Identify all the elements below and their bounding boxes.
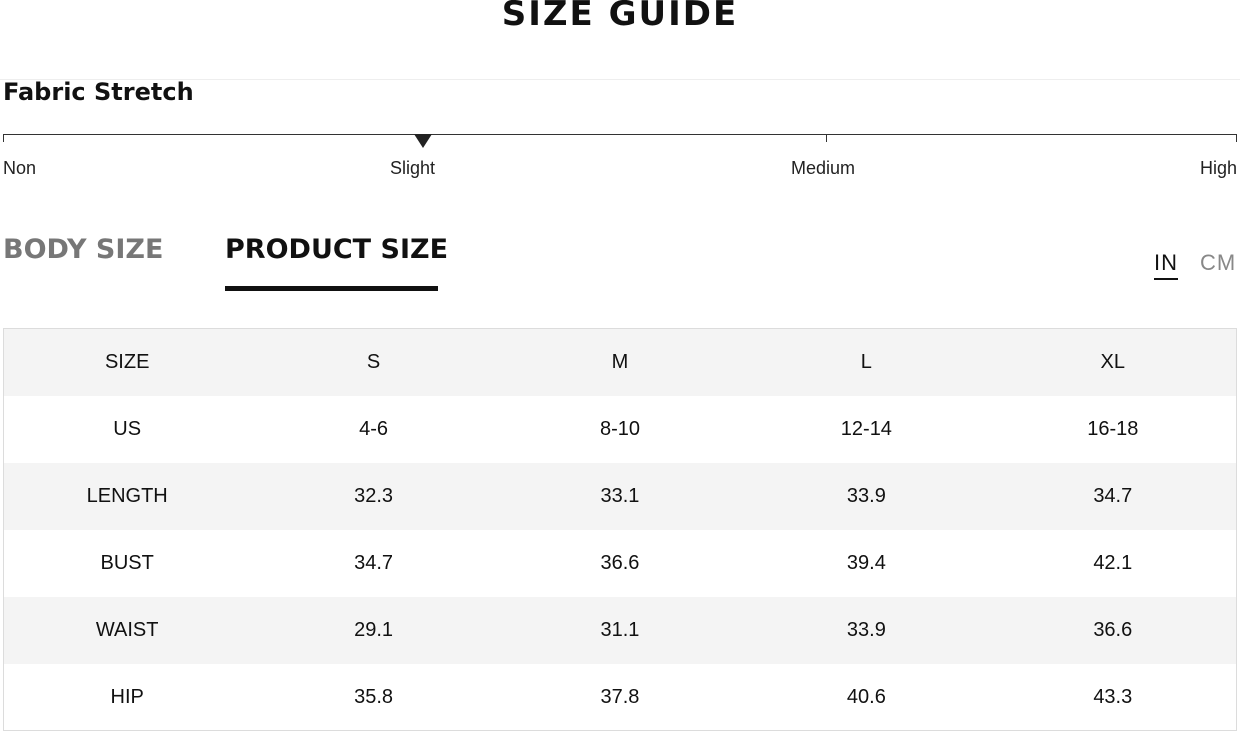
table-cell: 40.6 (743, 664, 990, 730)
table-header-row: SIZE S M L XL (4, 329, 1236, 396)
table-row: LENGTH 32.3 33.1 33.9 34.7 (4, 463, 1236, 530)
active-tab-indicator (225, 286, 438, 291)
table-cell: 33.1 (496, 463, 744, 530)
table-cell: 33.9 (743, 597, 990, 664)
table-cell: 36.6 (989, 597, 1236, 664)
table-cell: 8-10 (496, 396, 744, 463)
table-cell: 31.1 (496, 597, 744, 664)
table-cell: 33.9 (743, 463, 990, 530)
table-row: HIP 35.8 37.8 40.6 43.3 (4, 664, 1236, 730)
stretch-label-non: Non (3, 158, 37, 178)
row-label: WAIST (4, 597, 251, 664)
header-cell: XL (989, 329, 1236, 396)
table-cell: 35.8 (250, 664, 497, 730)
size-table: SIZE S M L XL US 4-6 8-10 12-14 16-18 LE… (3, 328, 1237, 731)
tab-body-size[interactable]: BODY SIZE (3, 234, 163, 265)
table-cell: 12-14 (743, 396, 990, 463)
header-cell: S (250, 329, 497, 396)
tab-product-size[interactable]: PRODUCT SIZE (225, 234, 448, 265)
table-cell: 29.1 (250, 597, 497, 664)
table-cell: 32.3 (250, 463, 497, 530)
table-cell: 36.6 (496, 530, 744, 597)
stretch-scale-line (3, 134, 1237, 135)
header-cell: M (496, 329, 744, 396)
table-cell: 34.7 (989, 463, 1236, 530)
table-cell: 43.3 (989, 664, 1236, 730)
row-label: US (4, 396, 251, 463)
stretch-label-medium: Medium (791, 158, 856, 178)
row-label: BUST (4, 530, 251, 597)
table-cell: 4-6 (250, 396, 497, 463)
unit-toggle-in[interactable]: IN (1154, 250, 1178, 280)
row-label: HIP (4, 664, 251, 730)
stretch-tick-high (1236, 134, 1237, 142)
table-cell: 42.1 (989, 530, 1236, 597)
table-cell: 37.8 (496, 664, 744, 730)
stretch-tick-non (3, 134, 4, 142)
stretch-label-slight: Slight (390, 158, 436, 178)
table-cell: 39.4 (743, 530, 990, 597)
header-cell: SIZE (4, 329, 251, 396)
table-row: US 4-6 8-10 12-14 16-18 (4, 396, 1236, 463)
unit-toggle-cm[interactable]: CM (1200, 250, 1236, 276)
table-row: WAIST 29.1 31.1 33.9 36.6 (4, 597, 1236, 664)
stretch-tick-medium (826, 134, 827, 142)
row-label: LENGTH (4, 463, 251, 530)
table-cell: 16-18 (989, 396, 1236, 463)
stretch-label-high: High (1199, 158, 1237, 178)
table-cell: 34.7 (250, 530, 497, 597)
header-cell: L (743, 329, 990, 396)
fabric-stretch-heading: Fabric Stretch (3, 78, 194, 106)
stretch-marker-icon (414, 134, 432, 148)
page-title: SIZE GUIDE (501, 0, 739, 34)
table-row: BUST 34.7 36.6 39.4 42.1 (4, 530, 1236, 597)
